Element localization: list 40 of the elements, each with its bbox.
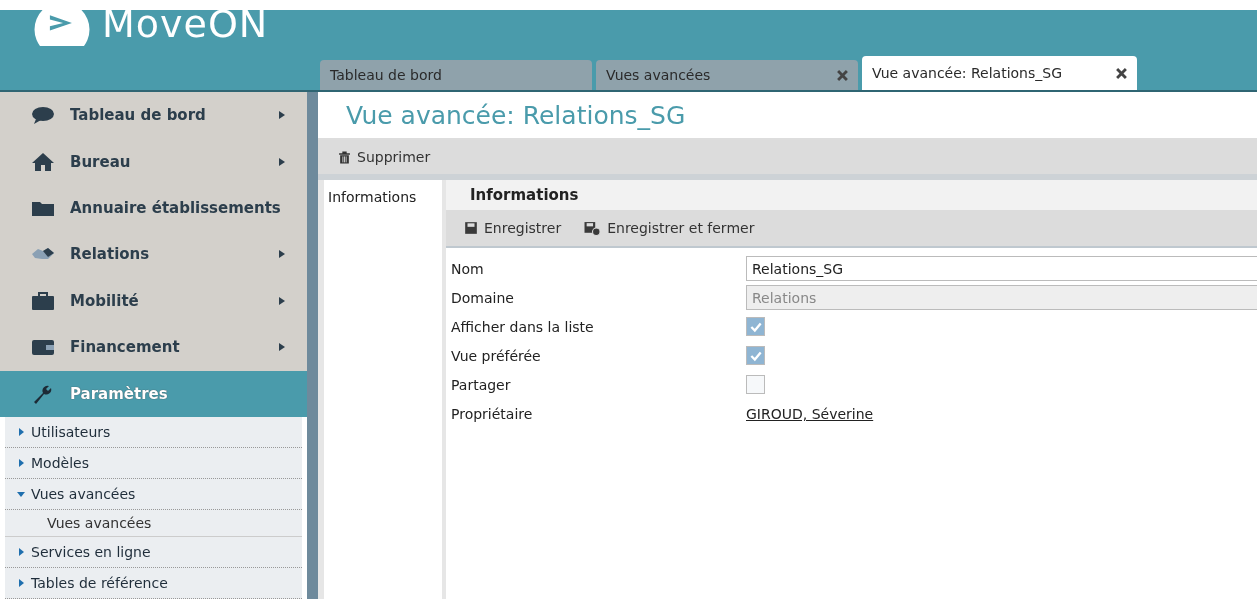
field-label: Nom: [451, 260, 485, 277]
trash-icon: [338, 150, 351, 164]
page-title: Vue avancée: Relations_SG: [346, 100, 686, 130]
nav-item[interactable]: Annuaire établissements: [0, 184, 307, 232]
nav-item[interactable]: Relations: [0, 231, 307, 278]
wallet-icon: [30, 337, 56, 358]
nav-item[interactable]: Financement: [0, 324, 307, 371]
subnav-item[interactable]: Modèles: [5, 447, 302, 479]
floppy-badge-icon: [583, 220, 602, 236]
save-close-button[interactable]: Enregistrer et fermer: [579, 218, 759, 238]
section-title: Informations: [446, 180, 1257, 210]
subnav-item[interactable]: Services en ligne: [5, 536, 302, 568]
floppy-icon: [464, 221, 478, 235]
subnav-child[interactable]: Vues avancées: [5, 509, 302, 537]
suitcase-icon: [30, 290, 56, 311]
close-icon[interactable]: [1116, 67, 1127, 79]
checkbox[interactable]: [746, 375, 765, 394]
field-label: Afficher dans la liste: [451, 318, 595, 335]
app-name: MoveON: [102, 2, 269, 46]
home-icon: [30, 151, 56, 172]
subnav-item[interactable]: Vues avancées: [5, 478, 302, 510]
field-label: Domaine: [451, 289, 515, 306]
nav-item[interactable]: Bureau: [0, 138, 307, 185]
tab[interactable]: Vue avancée: Relations_SG: [862, 56, 1137, 90]
field-label: Vue préférée: [451, 347, 542, 364]
tab[interactable]: Vues avancées: [596, 60, 858, 90]
field-label: Partager: [451, 376, 512, 393]
tab[interactable]: Tableau de bord: [320, 60, 592, 90]
subnav-item[interactable]: Utilisateurs: [5, 416, 302, 448]
checkbox[interactable]: [746, 346, 765, 365]
nav-item[interactable]: Tableau de bord: [0, 92, 307, 139]
checkbox[interactable]: [746, 317, 765, 336]
save-button[interactable]: Enregistrer: [460, 218, 566, 238]
name-field[interactable]: Relations_SG: [746, 256, 1257, 281]
delete-button[interactable]: Supprimer: [334, 147, 435, 167]
owner-link[interactable]: GIROUD, Séverine: [746, 405, 874, 422]
chat-icon: [30, 105, 56, 126]
subnav-item[interactable]: Tables de référence: [5, 567, 302, 599]
field-label: Propriétaire: [451, 405, 534, 422]
nav-item[interactable]: Mobilité: [0, 277, 307, 325]
